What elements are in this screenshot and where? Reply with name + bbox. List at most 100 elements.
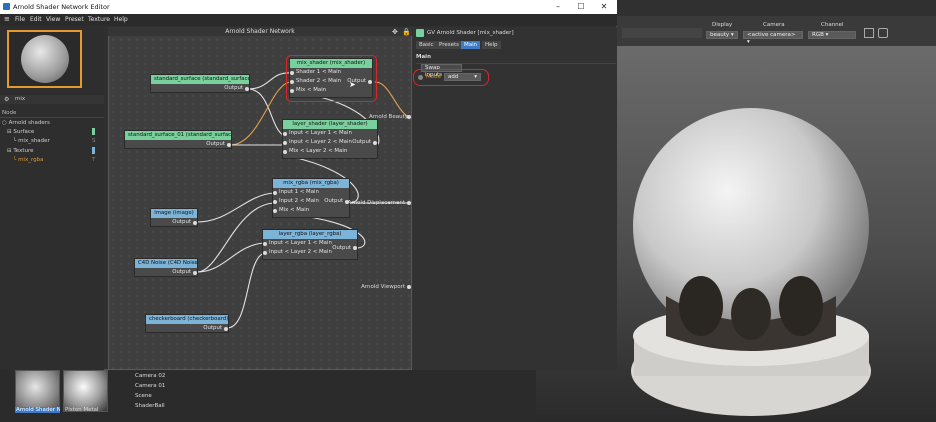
output-displacement-port[interactable] [407,201,411,205]
tree-item-texture[interactable]: ⊟ Texture [7,148,34,154]
node-checkerboard[interactable]: checkerboard (checkerboard) Output [145,314,229,333]
minimize-button[interactable]: – [552,1,564,13]
node-layer-shader[interactable]: layer_shader (layer_shader) Input < Laye… [282,119,378,159]
node-image[interactable]: image (image) Output [150,208,198,227]
output-port[interactable] [245,86,249,91]
node-output: Output [135,268,197,277]
input-port[interactable] [263,241,267,246]
highlight-mix-shader [286,55,377,102]
output-beauty-port[interactable] [407,115,411,119]
input-port[interactable] [283,140,287,145]
node-input: Input < Layer 2 < Main Output [263,245,357,257]
input-port[interactable] [273,199,277,204]
node-output: Output [151,218,197,227]
menu-texture[interactable]: Texture [88,16,110,23]
camera-select[interactable]: <active camera> ▾ [743,31,803,45]
material-thumb-arnold[interactable] [15,370,60,412]
render-toolbar-buttons[interactable] [622,28,702,38]
surface-color-tag [92,128,95,135]
node-title: image (image) [151,209,197,218]
node-title: standard_surface (standard_surface) [151,75,249,84]
output-viewport-port[interactable] [407,285,411,289]
node-standard-surface[interactable]: standard_surface (standard_surface) Outp… [150,74,250,93]
tree-header: Node [2,110,17,116]
maximize-button[interactable]: ☐ [575,1,587,13]
object-item[interactable]: Camera 01 [135,383,165,389]
output-port[interactable] [193,220,197,225]
tree-tag: T [92,157,96,163]
shader-icon [416,29,424,37]
menu-view[interactable]: View [46,16,60,23]
menu-edit[interactable]: Edit [30,16,42,23]
tab-help[interactable]: Help [482,41,501,49]
camera-label: Camera [763,22,785,28]
input-port[interactable] [263,250,267,255]
gear-icon[interactable]: ⚙ [4,96,9,103]
tab-presets[interactable]: Presets [436,41,463,49]
window-title: Arnold Shader Network Editor [13,3,110,11]
channel-label: Channel [821,22,844,28]
tab-main[interactable]: Main [461,41,481,49]
node-title: checkerboard (checkerboard) [146,315,228,324]
node-title: layer_shader (layer_shader) [283,120,377,129]
node-c4d-noise[interactable]: C4D Noise (C4D Noise) Output [134,258,198,277]
section-title: Main [416,54,431,60]
tree-item-surface[interactable]: ⊟ Surface [7,129,34,135]
object-item[interactable]: ShaderBall [135,403,165,409]
camera-icon[interactable] [878,28,888,38]
node-title: mix_rgba (mix_rgba) [273,179,349,188]
output-viewport-label: Arnold Viewport [361,284,405,290]
output-port[interactable] [224,326,228,331]
window-titlebar: Arnold Shader Network Editor – ☐ ✕ [0,0,617,14]
tab-basic[interactable]: Basic [416,41,437,49]
node-output: Output [125,140,231,149]
close-button[interactable]: ✕ [598,1,610,13]
node-output: Output [151,84,249,93]
node-search-field[interactable]: ⚙ mix [0,95,104,104]
material-name-arnold: Arnold Shader Ne [15,407,60,413]
lock-icon[interactable]: 🔒 [402,28,411,36]
move-icon[interactable]: ✥ [392,28,398,36]
input-port[interactable] [273,208,277,213]
object-item[interactable]: Scene [135,393,152,399]
highlight-mode [413,69,489,86]
node-input: Input 2 < Main Output [273,197,349,206]
attributes-header: GV Arnold Shader [mix_shader] [427,30,514,36]
node-layer-rgba[interactable]: layer_rgba (layer_rgba) Input < Layer 1 … [262,229,358,260]
display-select[interactable]: beauty ▾ [706,31,738,39]
input-port[interactable] [273,190,277,195]
menu-file[interactable]: File [15,16,25,23]
tree-tag: S [92,138,96,144]
tree-item-mix-shader[interactable]: └ mix_shader [13,138,50,144]
output-port[interactable] [353,246,357,250]
snapshot-icon[interactable] [864,28,874,38]
node-input: Input 1 < Main [273,188,349,197]
node-standard-surface-01[interactable]: standard_surface_01 (standard_surface) O… [124,130,232,149]
channel-select[interactable]: RGB ▾ [808,31,856,39]
output-beauty-label: Arnold Beauty [369,114,408,120]
hamburger-icon[interactable]: ≡ [4,15,10,23]
preview-sphere [21,35,69,83]
menu-help[interactable]: Help [114,16,128,23]
tree-item-mix-rgba[interactable]: └ mix_rgba [13,157,43,163]
object-item[interactable]: Camera 02 [135,373,165,379]
node-input: Mix < Main [273,206,349,215]
output-port[interactable] [373,140,377,145]
output-port[interactable] [193,270,197,275]
menu-preset[interactable]: Preset [65,16,84,23]
node-mix-rgba[interactable]: mix_rgba (mix_rgba) Input 1 < Main Input… [272,178,350,218]
search-input[interactable]: mix [15,96,25,102]
tree-item-arnold-shaders[interactable]: ○ Arnold shaders [2,120,50,126]
node-title: standard_surface_01 (standard_surface) [125,131,231,140]
input-port[interactable] [283,131,287,136]
node-output: Output [146,324,228,333]
output-displacement-label: Arnold Displacement [347,200,405,206]
node-title: layer_rgba (layer_rgba) [263,230,357,239]
material-preview [7,30,82,88]
input-port[interactable] [283,149,287,154]
node-input: Mix < Layer 2 < Main [283,147,377,156]
node-title: C4D Noise (C4D Noise) [135,259,197,268]
texture-color-tag [92,147,95,154]
material-thumb-piston[interactable] [63,370,108,412]
output-port[interactable] [227,142,231,147]
